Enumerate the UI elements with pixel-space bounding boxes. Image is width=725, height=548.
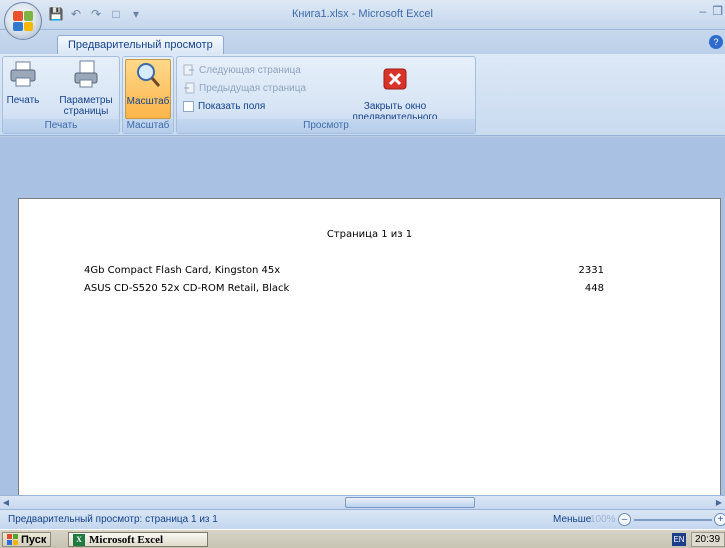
zoom-out-icon[interactable]: –	[618, 513, 631, 526]
zoom-level[interactable]: 100%	[590, 514, 616, 525]
window-title: Книга1.xlsx - Microsoft Excel	[292, 8, 433, 20]
close-preview-icon	[383, 68, 407, 90]
group-zoom: Масштаб Масштаб	[122, 56, 174, 134]
horizontal-scrollbar[interactable]: ◀ ▶	[0, 495, 725, 509]
ribbon-tab-row: Предварительный просмотр ?	[0, 30, 725, 54]
excel-icon: X	[73, 533, 85, 546]
office-button[interactable]	[4, 2, 42, 40]
row-qty: 448	[584, 283, 604, 294]
scroll-right-icon[interactable]: ▶	[713, 497, 725, 509]
zoom-in-icon[interactable]: +	[714, 513, 725, 526]
show-margins-checkbox[interactable]: Показать поля	[183, 99, 265, 113]
title-bar: 💾 ↶ ↷ □ ▾ Книга1.xlsx - Microsoft Excel …	[0, 0, 725, 30]
printer-icon	[10, 61, 36, 87]
help-icon[interactable]: ?	[709, 35, 723, 49]
clock: 20:39	[691, 532, 725, 547]
restore-icon[interactable]: ❐	[712, 4, 723, 18]
row-name: 4Gb Compact Flash Card, Kingston 45x	[84, 265, 281, 276]
next-page-icon	[183, 64, 194, 76]
preview-workspace: Страница 1 из 1 4Gb Compact Flash Card, …	[0, 137, 725, 495]
group-zoom-label: Масштаб	[123, 119, 173, 133]
status-bar: Предварительный просмотр: страница 1 из …	[0, 509, 725, 529]
magnifier-icon	[137, 63, 161, 87]
group-print-label: Печать	[3, 119, 119, 133]
next-page-button[interactable]: Следующая страница	[183, 63, 301, 77]
tab-print-preview[interactable]: Предварительный просмотр	[57, 35, 224, 54]
checkbox-icon[interactable]	[183, 100, 194, 112]
zoom-less-button[interactable]: Меньше	[553, 514, 591, 525]
zoom-slider[interactable]	[634, 519, 712, 521]
office-logo-icon	[13, 11, 33, 31]
windows-logo-icon	[7, 534, 18, 545]
page-header: Страница 1 из 1	[326, 229, 413, 240]
group-preview-label: Просмотр	[177, 119, 475, 133]
scroll-left-icon[interactable]: ◀	[0, 497, 12, 509]
taskbar-excel-button[interactable]: X Microsoft Excel	[68, 532, 208, 547]
prev-page-button[interactable]: Предыдущая страница	[183, 81, 306, 95]
print-button[interactable]: Печать	[5, 59, 41, 106]
page-setup-button[interactable]: Параметры страницы	[55, 59, 117, 117]
language-indicator[interactable]: EN	[672, 533, 686, 546]
ribbon: Печать Параметры страницы Печать Масштаб…	[0, 54, 725, 136]
start-button[interactable]: Пуск	[2, 532, 52, 547]
row-qty: 2331	[578, 265, 604, 276]
page-setup-icon	[74, 60, 98, 88]
zoom-button[interactable]: Масштаб	[125, 59, 171, 119]
row-name: ASUS CD-S520 52x CD-ROM Retail, Black	[84, 283, 290, 294]
group-preview: Следующая страница Предыдущая страница П…	[176, 56, 476, 134]
window-controls: – ❐	[700, 4, 723, 18]
prev-page-icon	[184, 82, 195, 94]
status-text: Предварительный просмотр: страница 1 из …	[8, 514, 218, 525]
minimize-icon[interactable]: –	[700, 4, 707, 18]
group-print: Печать Параметры страницы Печать	[2, 56, 120, 134]
scroll-thumb[interactable]	[345, 497, 475, 508]
preview-page: Страница 1 из 1 4Gb Compact Flash Card, …	[18, 198, 721, 495]
taskbar: Пуск X Microsoft Excel EN 20:39	[0, 529, 725, 548]
